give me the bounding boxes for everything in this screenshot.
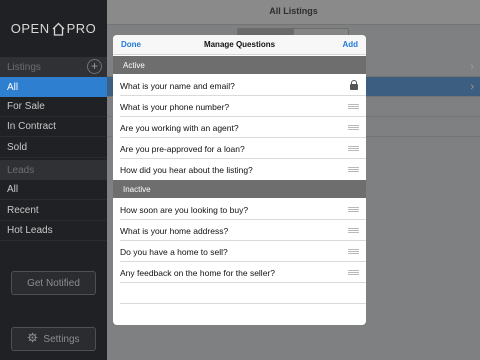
leads-section-header: Leads xyxy=(0,160,107,180)
sidebar-item-label: Recent xyxy=(7,205,39,216)
empty-row xyxy=(113,283,366,304)
listings-header-label: Listings xyxy=(7,61,41,73)
active-header-label: Active xyxy=(123,60,145,70)
app-logo: OPEN PRO xyxy=(0,0,107,57)
sidebar-item-recent[interactable]: Recent xyxy=(0,201,107,221)
question-row-active[interactable]: How did you hear about the listing? xyxy=(113,159,366,180)
logo-text-right: PRO xyxy=(66,21,97,36)
question-text: What is your home address? xyxy=(120,226,229,236)
question-text: What is your name and email? xyxy=(120,81,235,91)
active-section-header: Active xyxy=(113,56,366,74)
chevron-right-icon: › xyxy=(470,81,474,93)
sidebar-item-sold[interactable]: Sold xyxy=(0,138,107,158)
question-row-inactive[interactable]: How soon are you looking to buy? xyxy=(113,199,366,220)
reorder-handle-icon[interactable] xyxy=(348,207,359,212)
sidebar-item-leads-all[interactable]: All xyxy=(0,180,107,200)
reorder-handle-icon[interactable] xyxy=(348,249,359,254)
logo-text-left: OPEN xyxy=(10,21,50,36)
settings-label: Settings xyxy=(43,333,80,345)
page-title: All Listings xyxy=(269,6,318,16)
modal-nav-bar: Done Manage Questions Add xyxy=(113,35,366,55)
question-text: How did you hear about the listing? xyxy=(120,165,253,175)
question-text: Are you working with an agent? xyxy=(120,123,239,133)
sidebar-item-hot-leads[interactable]: Hot Leads xyxy=(0,221,107,241)
question-row-inactive[interactable]: What is your home address? xyxy=(113,220,366,241)
question-text: Are you pre-approved for a loan? xyxy=(120,144,245,154)
sidebar-item-listings-all[interactable]: All xyxy=(0,77,107,97)
inactive-header-label: Inactive xyxy=(123,184,151,194)
question-row-active[interactable]: Are you working with an agent? xyxy=(113,117,366,138)
sidebar-item-label: In Contract xyxy=(7,121,56,132)
listings-title-bar: All Listings xyxy=(107,0,480,25)
question-row-inactive[interactable]: Do you have a home to sell? xyxy=(113,241,366,262)
gear-icon xyxy=(27,332,38,346)
reorder-handle-icon[interactable] xyxy=(348,125,359,130)
reorder-handle-icon[interactable] xyxy=(348,167,359,172)
reorder-handle-icon[interactable] xyxy=(348,146,359,151)
question-text: Any feedback on the home for the seller? xyxy=(120,268,275,278)
inactive-section-header: Inactive xyxy=(113,180,366,198)
add-listing-icon[interactable]: + xyxy=(87,59,102,74)
settings-button[interactable]: Settings xyxy=(11,327,96,351)
lock-icon xyxy=(350,80,358,90)
leads-header-label: Leads xyxy=(7,164,35,176)
question-text: How soon are you looking to buy? xyxy=(120,205,249,215)
modal-title: Manage Questions xyxy=(203,40,276,49)
row-divider xyxy=(120,303,366,304)
question-row-active[interactable]: What is your name and email? xyxy=(113,75,366,96)
reorder-handle-icon[interactable] xyxy=(348,270,359,275)
done-button[interactable]: Done xyxy=(121,40,141,49)
question-row-inactive[interactable]: Any feedback on the home for the seller? xyxy=(113,262,366,283)
sidebar-item-label: Sold xyxy=(7,142,28,153)
sidebar-item-label: All xyxy=(7,81,19,93)
sidebar-item-for-sale[interactable]: For Sale xyxy=(0,97,107,117)
sidebar: OPEN PRO Listings + All For Sale In Cont… xyxy=(0,0,107,360)
question-text: Do you have a home to sell? xyxy=(120,247,228,257)
add-question-button[interactable]: Add xyxy=(342,40,358,49)
sidebar-item-label: Hot Leads xyxy=(7,225,53,236)
get-notified-label: Get Notified xyxy=(27,277,80,289)
sidebar-item-label: All xyxy=(7,184,19,195)
house-icon xyxy=(52,22,65,36)
chevron-right-icon: › xyxy=(470,61,474,73)
sidebar-item-label: For Sale xyxy=(7,101,45,112)
question-row-active[interactable]: Are you pre-approved for a loan? xyxy=(113,138,366,159)
question-text: What is your phone number? xyxy=(120,102,230,112)
listings-section-header: Listings + xyxy=(0,57,107,77)
reorder-handle-icon[interactable] xyxy=(348,228,359,233)
reorder-handle-icon[interactable] xyxy=(348,104,359,109)
question-row-active[interactable]: What is your phone number? xyxy=(113,96,366,117)
manage-questions-modal: Done Manage Questions Add Active What is… xyxy=(113,35,366,325)
get-notified-button[interactable]: Get Notified xyxy=(11,271,96,295)
sidebar-item-in-contract[interactable]: In Contract xyxy=(0,117,107,137)
